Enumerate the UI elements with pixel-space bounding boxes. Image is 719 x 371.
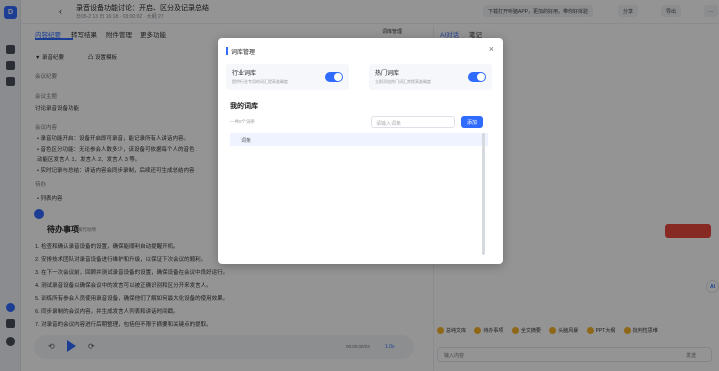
entry-search-input[interactable]: 请输入词条 [371,116,455,128]
word-library-dialog: 词库管理 × 行业词库 提供行业专用的词汇提高准确度 热门词库 立即添加热门词汇… [218,38,503,264]
entry-count: —共0个词条 [230,119,256,124]
card-title: 行业词库 [232,71,257,77]
industry-library-card: 行业词库 提供行业专用的词汇提高准确度 [226,64,349,90]
dialog-title: 词库管理 [231,50,256,56]
card-title: 热门词库 [375,71,400,77]
my-library-title: 我的词库 [230,103,258,110]
hot-toggle[interactable] [468,72,486,82]
card-desc: 提供行业专用的词汇提高准确度 [232,79,288,84]
add-entry-button[interactable]: 添加 [461,116,483,128]
title-accent [226,47,228,55]
entries-table-header: 词条 [230,133,488,146]
close-icon[interactable]: × [489,44,494,54]
scrollbar[interactable] [482,133,485,255]
hot-library-card: 热门词库 立即添加热门词汇库提高准确度 [369,64,492,90]
card-desc: 立即添加热门词汇库提高准确度 [375,79,431,84]
industry-toggle[interactable] [325,72,343,82]
